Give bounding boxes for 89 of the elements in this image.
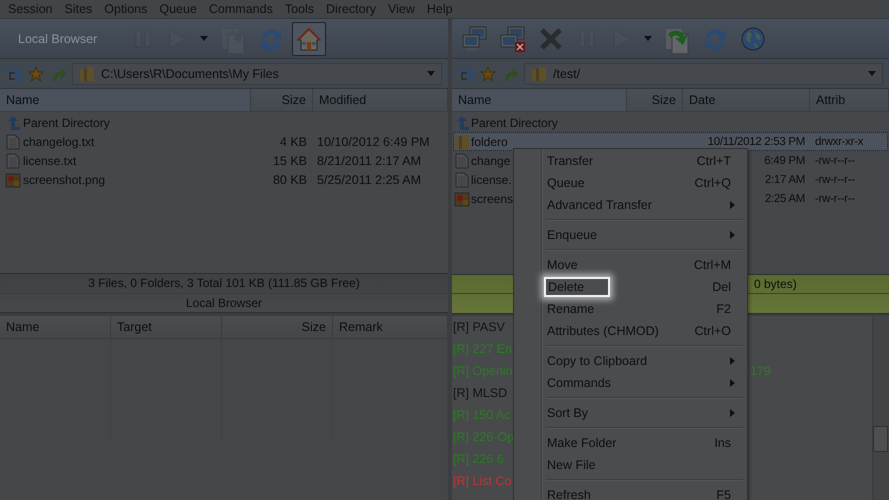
folder-icon [79,66,95,82]
curved-arrow-icon[interactable] [50,66,66,82]
site-tree-icon[interactable] [458,66,474,82]
menu-item[interactable]: Queue [153,2,203,16]
menu-item[interactable]: Help [420,2,459,16]
file-name[interactable]: screens [471,192,514,206]
shortcut-label: Ctrl+Q [694,176,731,190]
folder-icon [454,134,470,150]
column-header[interactable]: Date [683,89,810,111]
pane-title: Local Browser [186,296,262,310]
shortcut-label: Ctrl+O [694,324,731,338]
log-line: [R] MLSD [453,386,508,400]
image-file-icon [5,172,21,188]
file-attributes: -rw-r--r-- [815,192,855,204]
menu-item[interactable]: Copy to Clipboard [547,354,648,368]
shortcut-label: Ins [714,436,731,450]
menu-item[interactable]: Refresh [547,488,591,500]
column-header[interactable]: Size [251,89,313,111]
file-date: 10/11/2012 2:53 PM [708,136,805,148]
menu-item[interactable]: Commands [547,376,611,390]
log-line: [R] List Co [453,474,512,488]
menu-item[interactable]: Tools [278,2,320,16]
file-name[interactable]: change [471,154,510,168]
menu-item[interactable]: Move [547,258,578,272]
folder-icon [531,66,547,82]
menu-item[interactable]: Attributes (CHMOD) [547,324,659,338]
file-icon [5,134,21,150]
file-attributes: -rw-r--r-- [815,154,855,166]
file-date: 6:49 PM [764,154,805,166]
menu-item[interactable]: Enqueue [547,228,598,242]
file-attributes: -rw-r--r-- [815,174,855,186]
shortcut-label: F5 [716,488,731,500]
menu-item[interactable]: Queue [547,176,585,190]
menu-item[interactable]: Make Folder [547,436,616,450]
file-date: 10/10/2012 6:49 PM [317,134,430,148]
scrollbar-thumb[interactable] [873,426,888,452]
file-name[interactable]: screenshot.png [23,172,106,186]
star-icon[interactable] [28,66,44,82]
column-header[interactable]: Remark [333,316,448,338]
image-file-icon [454,190,470,206]
menu-item[interactable]: Rename [547,302,594,316]
file-date: 2:25 AM [764,192,805,204]
file-name[interactable]: Parent Directory [23,116,110,130]
menu-item[interactable]: Commands [202,2,279,16]
house-icon[interactable] [292,22,326,56]
column-header[interactable]: Modified [313,89,448,111]
file-date: 5/25/2011 2:25 AM [317,172,422,186]
menu-item[interactable]: New File [547,458,596,472]
file-name[interactable]: license.txt [23,154,76,168]
path-field[interactable]: /test/ [524,62,883,84]
status-summary: 0 bytes) [754,276,797,291]
column-header[interactable]: Size [627,89,683,111]
file-size: 80 KB [272,172,307,186]
curved-arrow-icon[interactable] [502,66,518,82]
file-name[interactable]: Parent Directory [471,116,558,130]
column-header[interactable]: Size [222,316,333,338]
file-name[interactable]: changelog.txt [23,134,94,148]
shortcut-label: Ctrl+T [696,154,731,168]
log-line: [R] PASV [453,320,505,334]
toolbar-label: Local Browser [17,32,98,46]
shortcut-label: F2 [716,302,731,316]
shortcut-label: Del [712,280,731,294]
menu-item[interactable]: View [382,2,421,16]
menu-item[interactable]: Session [2,2,58,16]
column-header[interactable]: Name [0,316,111,338]
column-header[interactable]: Name [452,89,627,111]
file-size: 15 KB [272,154,307,168]
column-header[interactable]: Target [111,316,222,338]
menu-item[interactable]: Directory [320,2,382,16]
menu-item[interactable]: Options [98,2,154,16]
status-summary: 3 Files, 0 Folders, 3 Total 101 KB (111.85 GB Free) [88,276,360,290]
column-header[interactable]: Attrib [810,89,889,111]
menu-item[interactable]: Delete [544,277,610,297]
file-name[interactable]: foldero [471,134,508,148]
file-name[interactable]: license. [471,172,512,186]
menu-item[interactable]: Sort By [547,406,588,420]
file-date: 2:17 AM [764,174,805,186]
site-tree-icon[interactable] [6,66,22,82]
path-field[interactable]: C:\Users\R\Documents\My Files [72,62,442,84]
file-attributes: drwxr-xr-x [815,136,864,148]
menu-item[interactable]: Sites [58,2,98,16]
column-header[interactable]: Name [0,89,251,111]
file-date: 8/21/2011 2:17 AM [317,154,422,168]
menu-item[interactable]: Transfer [547,154,594,168]
star-icon[interactable] [480,66,496,82]
shortcut-label: Ctrl+M [694,258,731,272]
file-size: 4 KB [280,134,307,148]
menu-item[interactable]: Advanced Transfer [547,198,652,212]
file-icon [5,152,21,168]
